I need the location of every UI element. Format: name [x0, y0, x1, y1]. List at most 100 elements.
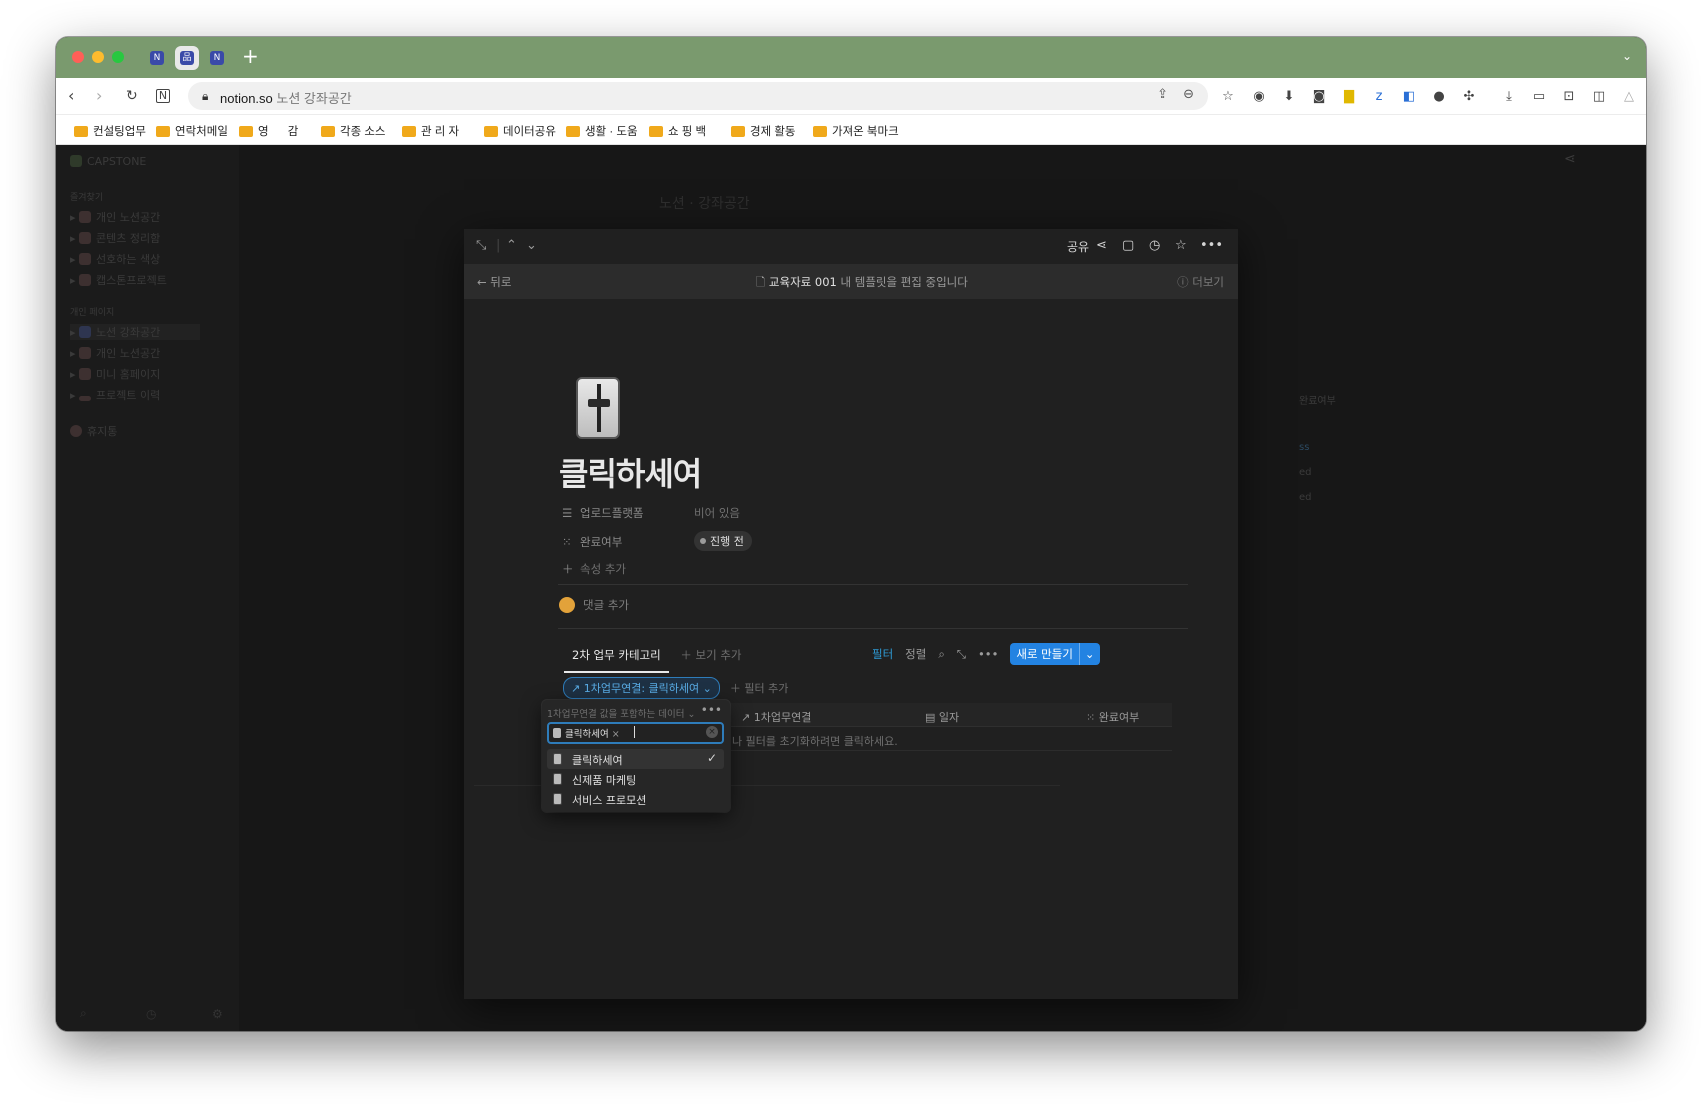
sidebar-item[interactable]: ▸ 미니 홈페이지 — [70, 366, 160, 382]
new-tab-button[interactable]: + — [242, 46, 259, 66]
comment-icon[interactable]: ▢ — [1122, 238, 1134, 254]
column-header[interactable]: ⁙ 완료여부 — [1086, 709, 1139, 725]
sidebar-item[interactable]: ▸ 프로젝트 이력 — [70, 387, 160, 403]
expand-icon[interactable]: ⤡ — [476, 238, 486, 254]
back-button[interactable]: ← 뒤로 — [477, 274, 511, 290]
bookmark-folder[interactable]: 영 감 — [239, 123, 298, 139]
history-icon[interactable]: ◷ — [1149, 238, 1160, 254]
page-icon-fader[interactable] — [576, 377, 620, 439]
list-icon: ☰ — [562, 506, 573, 520]
bookmark-folder[interactable]: 생활 · 도움 — [566, 123, 638, 139]
close-window-button[interactable] — [72, 51, 84, 63]
sidebar-item-active[interactable]: ▸ 노션 강좌공간 — [70, 324, 201, 340]
sidebar-item[interactable]: ▸ 개인 노션공간 — [70, 209, 160, 225]
clear-icon[interactable]: × — [706, 726, 718, 738]
bookmark-folder[interactable]: 경제 활동 — [731, 123, 796, 139]
empty-table-message[interactable]: 나 필터를 초기화하려면 클릭하세요. — [729, 727, 1172, 751]
bookmark-star-icon[interactable]: ☆ — [1219, 88, 1237, 106]
filter-search-input[interactable]: 클릭하세여 × × — [547, 722, 724, 744]
page-title[interactable]: 클릭하세여 — [559, 449, 702, 495]
forward-arrow-icon[interactable]: › — [96, 87, 102, 105]
search-icon[interactable]: ⌕ — [938, 647, 944, 662]
reload-icon[interactable]: ↻ — [126, 87, 138, 105]
add-view-button[interactable]: ＋ 보기 추가 — [680, 647, 741, 663]
puzzle-icon[interactable]: ✣ — [1460, 88, 1478, 106]
zoom-window-button[interactable] — [112, 51, 124, 63]
bookmarks-bar: 컨설팅업무 연락처메일 영 감 각종 소스 관 리 자 데이터공유 생활 · 도… — [56, 115, 1646, 145]
zoom-out-icon[interactable]: ⊖ — [1183, 87, 1194, 102]
filter-button[interactable]: 필터 — [872, 646, 893, 662]
more-dots-icon[interactable]: ••• — [1200, 238, 1223, 254]
property-done-status[interactable]: ⁙ 완료여부 — [562, 534, 622, 550]
cast-icon[interactable]: ▭ — [1530, 88, 1548, 106]
property-upload-platform[interactable]: ☰ 업로드플랫폼 — [562, 505, 643, 521]
bookmark-folder[interactable]: 컨설팅업무 — [74, 123, 146, 139]
chevron-up-icon[interactable]: ⌃ — [506, 238, 517, 254]
add-property-button[interactable]: ＋ 속성 추가 — [562, 561, 626, 577]
bookmark-folder[interactable]: 각종 소스 — [321, 123, 386, 139]
sidebar-item[interactable]: ▸ 선호하는 색상 — [70, 251, 160, 267]
chevron-down-icon[interactable]: ⌄ — [526, 238, 537, 254]
filter-chip[interactable]: ↗ 1차업무연결: 클릭하세여 ⌄ — [563, 677, 720, 699]
chevron-down-icon[interactable]: ⌄ — [1078, 643, 1100, 665]
dropdown-option[interactable]: 서비스 프로모션 — [547, 789, 724, 809]
more-dots-icon[interactable]: ••• — [701, 703, 722, 717]
page-icon — [553, 773, 562, 785]
extension-icon[interactable]: z — [1370, 88, 1388, 106]
share-page-icon[interactable]: ⇪ — [1157, 87, 1168, 102]
bookmark-folder[interactable]: 관 리 자 — [402, 123, 459, 139]
status-pill[interactable]: 진행 전 — [694, 531, 752, 551]
share-button[interactable]: 공유 — [1067, 238, 1089, 255]
tab-search-chevron-icon[interactable]: ⌄ — [1622, 49, 1632, 63]
notion-page-icon[interactable]: N — [156, 89, 170, 103]
sidebar-item[interactable]: ▸ 캡스톤프로젝트 — [70, 272, 167, 288]
extension-icon[interactable]: ◧ — [1400, 88, 1418, 106]
more-info-button[interactable]: ⓘ 더보기 — [1177, 274, 1224, 290]
extension-icon[interactable]: ⬇ — [1280, 88, 1298, 106]
workspace-switcher[interactable]: CAPSTONE — [70, 155, 146, 168]
add-filter-button[interactable]: ＋ 필터 추가 — [730, 680, 788, 696]
settings-gear-icon[interactable]: ⚙ — [212, 1007, 223, 1021]
star-icon[interactable]: ☆ — [1175, 238, 1187, 254]
column-header[interactable]: ▤ 일자 — [925, 709, 959, 725]
more-dots-icon[interactable]: ••• — [978, 647, 998, 661]
dropdown-option[interactable]: 신제품 마케팅 — [547, 769, 724, 789]
remove-token-icon[interactable]: × — [612, 729, 620, 740]
sidebar-item[interactable]: ▸ 개인 노션공간 — [70, 345, 160, 361]
browser-tab[interactable]: N — [145, 46, 169, 70]
dropdown-option[interactable]: 클릭하세여 ✓ — [547, 749, 724, 769]
background-page-title: 노션 · 강좌공간 — [659, 196, 750, 212]
bookmark-folder[interactable]: 데이터공유 — [484, 123, 556, 139]
extension-icon[interactable]: ◉ — [1250, 88, 1268, 106]
menu-dots-icon[interactable] — [1627, 88, 1645, 106]
browser-window: N 品 N + ⌄ ‹ › ↻ N 🔒︎ notion.so 노션 강좌공간 ⇪… — [56, 37, 1646, 1031]
camera-icon[interactable]: ◙ — [1310, 88, 1328, 106]
address-bar[interactable]: 🔒︎ notion.so 노션 강좌공간 ⇪ ⊖ — [188, 82, 1208, 110]
sort-button[interactable]: 정렬 — [905, 646, 926, 662]
share-nodes-icon[interactable]: ⋖ — [1096, 238, 1107, 254]
search-icon[interactable]: ⌕ — [80, 1006, 87, 1021]
new-button[interactable]: 새로 만들기 ⌄ — [1010, 643, 1100, 665]
extension-icon[interactable]: ▇ — [1340, 88, 1358, 106]
sidebar-item[interactable]: ▸ 콘텐츠 정리함 — [70, 230, 160, 246]
tab-view-category[interactable]: 2차 업무 카테고리 — [564, 647, 669, 673]
extension-icon[interactable]: ● — [1430, 88, 1448, 106]
browser-tab-active[interactable]: 品 — [175, 46, 199, 70]
property-value-empty[interactable]: 비어 있음 — [694, 505, 740, 521]
download-icon[interactable]: ⤓ — [1500, 88, 1518, 106]
screenshot-icon[interactable]: ⊡ — [1560, 88, 1578, 106]
bookmark-folder[interactable]: 가져온 북마크 — [813, 123, 899, 139]
bookmark-folder[interactable]: 쇼 핑 백 — [649, 123, 706, 139]
modal-topbar: ⤡ | ⌃ ⌄ 공유 ⋖ ▢ ◷ ☆ ••• — [464, 229, 1238, 264]
expand-icon[interactable]: ⤡ — [957, 647, 966, 662]
back-arrow-icon[interactable]: ‹ — [68, 87, 74, 105]
sidebar-trash[interactable]: 휴지통 — [70, 423, 117, 439]
browser-tab[interactable]: N — [205, 46, 229, 70]
column-header[interactable]: ↗ 1차업무연결 — [741, 709, 811, 725]
updates-icon[interactable]: ◷ — [146, 1007, 156, 1021]
side-panel-icon[interactable]: ◫ — [1590, 88, 1608, 106]
filter-condition-label[interactable]: 1차업무연결 값을 포함하는 데이터 ⌄ — [547, 706, 695, 720]
bookmark-folder[interactable]: 연락처메일 — [156, 123, 228, 139]
minimize-window-button[interactable] — [92, 51, 104, 63]
add-comment[interactable]: 댓글 추가 — [559, 597, 629, 613]
